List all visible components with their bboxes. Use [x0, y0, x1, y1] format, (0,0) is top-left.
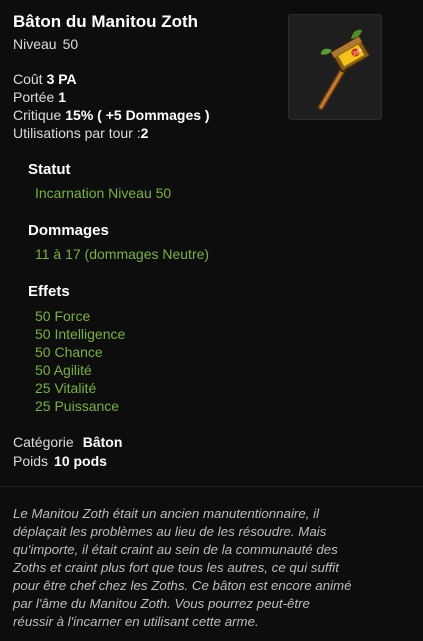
weight-row: Poids 10 pods — [13, 452, 122, 471]
description-line: Zoths et craint plus fort que tous les a… — [13, 560, 339, 575]
category-label: Catégorie — [13, 434, 74, 450]
description-line: réussir à l'incarner en utilisant cette … — [13, 614, 259, 629]
critical-label: Critique — [13, 107, 62, 123]
cost-value: 3 PA — [46, 71, 77, 87]
damage-heading: Dommages — [28, 222, 109, 239]
item-image-frame[interactable]: Zoth — [288, 14, 382, 120]
uses-value: 2 — [140, 125, 149, 141]
effect-item: 50 Intelligence — [35, 326, 126, 342]
weight-value: 10 pods — [54, 453, 107, 469]
level-label: Niveau — [13, 36, 57, 52]
cost-row: Coût 3 PA — [13, 70, 210, 88]
description-line: pour être chef chez les Zoths. Ce bâton … — [13, 578, 352, 593]
weight-label: Poids — [13, 453, 49, 469]
description-line: qu'importe, il était craint au sein de l… — [13, 542, 338, 557]
category-value: Bâton — [82, 434, 123, 450]
range-label: Portée — [13, 89, 55, 105]
stats-block: Coût 3 PA Portée 1 Critique 15% ( +5 Dommag… — [13, 70, 210, 142]
cost-label: Coût — [13, 71, 43, 87]
effect-item: 25 Puissance — [35, 398, 120, 414]
category-row: Catégorie Bâton — [13, 433, 122, 452]
item-title: Bâton du Manitou Zoth — [13, 12, 199, 31]
effect-item: 50 Force — [35, 308, 91, 324]
level-value: 50 — [62, 36, 79, 52]
effect-item: 50 Chance — [35, 344, 103, 360]
description-line: par l'âme du Manitou Zoth. Vous pourrez … — [13, 596, 310, 611]
effect-item: 25 Vitalité — [35, 380, 97, 396]
description-line: Le Manitou Zoth était un ancien manutent… — [13, 506, 320, 521]
meta-block: Catégorie Bâton Poids 10 pods — [13, 433, 122, 471]
uses-row: Utilisations par tour :2 — [13, 124, 210, 142]
critical-row: Critique 15% ( +5 Dommages ) — [13, 106, 210, 124]
status-value: Incarnation Niveau 50 — [35, 185, 172, 201]
damage-value: 11 à 17 (dommages Neutre) — [35, 246, 210, 262]
critical-value: 15% ( +5 Dommages ) — [65, 107, 210, 123]
item-level: Niveau 50 — [13, 36, 78, 52]
staff-icon: Zoth — [318, 29, 371, 110]
effects-list: 50 Force 50 Intelligence 50 Chance 50 Ag… — [35, 307, 125, 415]
effect-item: 50 Agilité — [35, 362, 92, 378]
uses-label: Utilisations par tour : — [13, 125, 141, 141]
range-value: 1 — [58, 89, 67, 105]
item-description: Le Manitou Zoth était un ancien manutent… — [13, 505, 408, 631]
status-heading: Statut — [28, 161, 71, 178]
description-line: déplaçait les problèmes au lieu de les r… — [13, 524, 327, 539]
effects-heading: Effets — [28, 283, 70, 300]
divider — [0, 486, 423, 487]
range-row: Portée 1 — [13, 88, 210, 106]
